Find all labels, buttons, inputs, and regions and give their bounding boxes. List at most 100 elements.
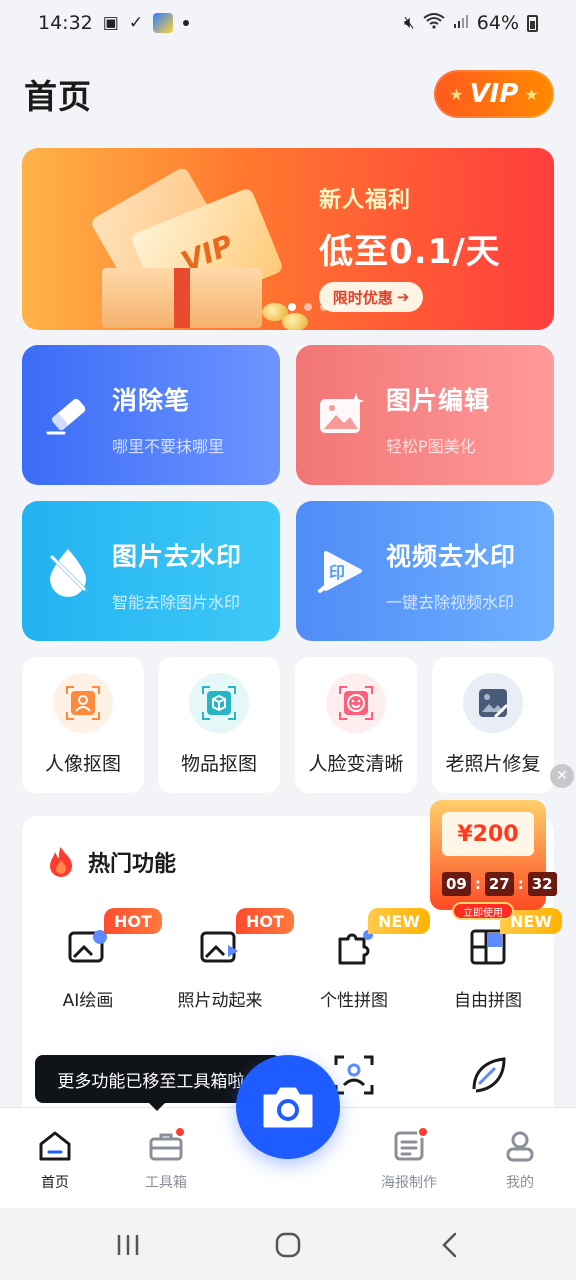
status-bar: 14:32 ▣ ✓ 🔇︎ 64% bbox=[0, 0, 576, 46]
portrait-cutout-icon bbox=[53, 673, 113, 733]
face-enhance-icon bbox=[326, 673, 386, 733]
vip-label: VIP bbox=[469, 79, 519, 109]
back-icon bbox=[442, 1232, 457, 1258]
nav-label: 海报制作 bbox=[381, 1175, 437, 1191]
carousel-dot bbox=[304, 303, 312, 311]
coupon-countdown: 09: 27: 32 bbox=[442, 872, 557, 896]
hot-item-leaf[interactable] bbox=[422, 1052, 554, 1098]
countdown-seconds: 32 bbox=[527, 872, 557, 896]
feature-card-eraser[interactable]: 消除笔 哪里不要抹哪里 bbox=[22, 345, 280, 485]
more-notifications-icon bbox=[183, 20, 190, 26]
nav-home[interactable]: 首页 bbox=[15, 1128, 95, 1192]
new-tag: NEW bbox=[368, 908, 430, 934]
banner-subtitle: 新人福利 bbox=[319, 188, 412, 213]
hot-item-label: 照片动起来 bbox=[177, 991, 263, 1011]
feature-card-image-watermark[interactable]: 图片去水印 智能去除图片水印 bbox=[22, 501, 280, 641]
leaf-slash-icon bbox=[465, 1052, 511, 1098]
carousel-dot bbox=[336, 303, 344, 311]
photo-repair-icon bbox=[463, 673, 523, 733]
signal-icon bbox=[453, 13, 469, 33]
image-sparkle-icon bbox=[316, 389, 368, 441]
hot-item-label: AI绘画 bbox=[62, 991, 114, 1011]
object-cutout-icon bbox=[189, 673, 249, 733]
nav-label: 首页 bbox=[41, 1175, 69, 1191]
coupon-widget[interactable]: ¥200 09: 27: 32 立即使用 bbox=[424, 790, 557, 920]
hot-item-label: 个性拼图 bbox=[320, 991, 388, 1011]
feature-card-title: 图片去水印 bbox=[112, 542, 243, 571]
tool-face-enhance[interactable]: 人脸变清晰 bbox=[295, 657, 417, 793]
tool-label: 人脸变清晰 bbox=[308, 753, 404, 775]
coin-icon bbox=[282, 313, 308, 330]
recent-apps-button[interactable] bbox=[108, 1230, 148, 1260]
countdown-hours: 09 bbox=[442, 872, 471, 896]
nav-toolbox[interactable]: 工具箱 bbox=[126, 1126, 206, 1192]
carousel-dot bbox=[288, 303, 296, 311]
hot-features-header: 热门功能 bbox=[46, 846, 176, 878]
promo-banner[interactable]: VIP 新人福利 低至0.1/天 限时优惠 ➔ bbox=[22, 148, 554, 330]
tool-object-cutout[interactable]: 物品抠图 bbox=[158, 657, 280, 793]
notification-dot bbox=[174, 1126, 186, 1138]
countdown-minutes: 27 bbox=[484, 872, 514, 896]
poster-icon bbox=[391, 1126, 429, 1164]
feature-card-subtitle: 智能去除图片水印 bbox=[112, 593, 241, 612]
feature-card-subtitle: 哪里不要抹哪里 bbox=[112, 437, 225, 456]
notification-dot bbox=[417, 1126, 429, 1138]
feature-card-image-edit[interactable]: 图片编辑 轻松P图美化 bbox=[296, 345, 554, 485]
mute-icon: 🔇︎ bbox=[404, 12, 415, 33]
feature-card-subtitle: 轻松P图美化 bbox=[386, 437, 476, 456]
camera-button[interactable] bbox=[236, 1055, 340, 1159]
home-system-button[interactable] bbox=[268, 1230, 308, 1260]
battery-percent: 64% bbox=[476, 12, 519, 34]
feature-card-video-watermark[interactable]: 印 视频去水印 一键去除视频水印 bbox=[296, 501, 554, 641]
coupon-use-button[interactable]: 立即使用 bbox=[452, 902, 514, 920]
gallery-notification-icon: ▣ bbox=[102, 12, 119, 33]
nav-label: 我的 bbox=[506, 1175, 534, 1191]
back-button[interactable] bbox=[430, 1230, 470, 1260]
star-icon: ★ bbox=[524, 84, 539, 104]
face-scan-icon bbox=[331, 1052, 377, 1098]
wifi-icon bbox=[423, 13, 445, 33]
drop-slash-icon bbox=[42, 545, 94, 597]
battery-icon bbox=[527, 14, 538, 32]
home-system-icon bbox=[275, 1232, 301, 1258]
system-navigation-bar bbox=[0, 1208, 576, 1280]
nav-label: 工具箱 bbox=[145, 1175, 187, 1191]
arrow-right-icon: ➔ bbox=[396, 288, 410, 306]
banner-text: 新人福利 低至0.1/天 bbox=[319, 182, 501, 273]
nav-profile[interactable]: 我的 bbox=[480, 1128, 560, 1192]
tool-portrait-cutout[interactable]: 人像抠图 bbox=[22, 657, 144, 793]
hot-item-photo-animate[interactable]: 照片动起来 bbox=[154, 924, 286, 1011]
feature-card-title: 视频去水印 bbox=[386, 542, 517, 571]
hot-item-collage[interactable]: 自由拼图 bbox=[422, 924, 554, 1011]
banner-headline: 低至0.1/天 bbox=[319, 232, 501, 272]
feature-card-subtitle: 一键去除视频水印 bbox=[386, 593, 515, 612]
feature-card-title: 图片编辑 bbox=[386, 386, 491, 415]
tool-label: 老照片修复 bbox=[445, 753, 541, 775]
nav-poster[interactable]: 海报制作 bbox=[369, 1126, 449, 1192]
stamp-glyph: 印 bbox=[329, 563, 345, 582]
flame-icon bbox=[50, 847, 72, 877]
status-time: 14:32 bbox=[38, 12, 93, 34]
star-icon: ★ bbox=[449, 84, 464, 104]
hot-item-puzzle[interactable]: 个性拼图 bbox=[288, 924, 420, 1011]
video-stamp-icon: 印 bbox=[316, 545, 368, 597]
recent-apps-icon bbox=[117, 1235, 139, 1255]
page-title: 首页 bbox=[24, 77, 92, 116]
hot-tag: HOT bbox=[236, 908, 294, 934]
coupon-amount: ¥200 bbox=[442, 812, 534, 856]
home-icon bbox=[37, 1128, 73, 1164]
camera-icon bbox=[263, 1087, 313, 1128]
toolbox-icon bbox=[148, 1126, 186, 1164]
profile-icon bbox=[502, 1128, 538, 1164]
carousel-indicator bbox=[288, 303, 344, 311]
check-notification-icon: ✓ bbox=[128, 12, 144, 33]
tool-photo-repair[interactable]: 老照片修复 bbox=[432, 657, 554, 793]
hot-item-ai-paint[interactable]: AI绘画 bbox=[22, 924, 154, 1011]
vip-button[interactable]: ★ VIP ★ bbox=[434, 70, 554, 118]
coupon-close-button[interactable]: ✕ bbox=[550, 764, 574, 788]
tool-label: 物品抠图 bbox=[180, 753, 257, 775]
feature-card-title: 消除笔 bbox=[112, 386, 191, 415]
gift-ribbon bbox=[174, 268, 190, 328]
eraser-pen-icon bbox=[42, 389, 94, 441]
hot-item-label: 自由拼图 bbox=[454, 991, 522, 1011]
